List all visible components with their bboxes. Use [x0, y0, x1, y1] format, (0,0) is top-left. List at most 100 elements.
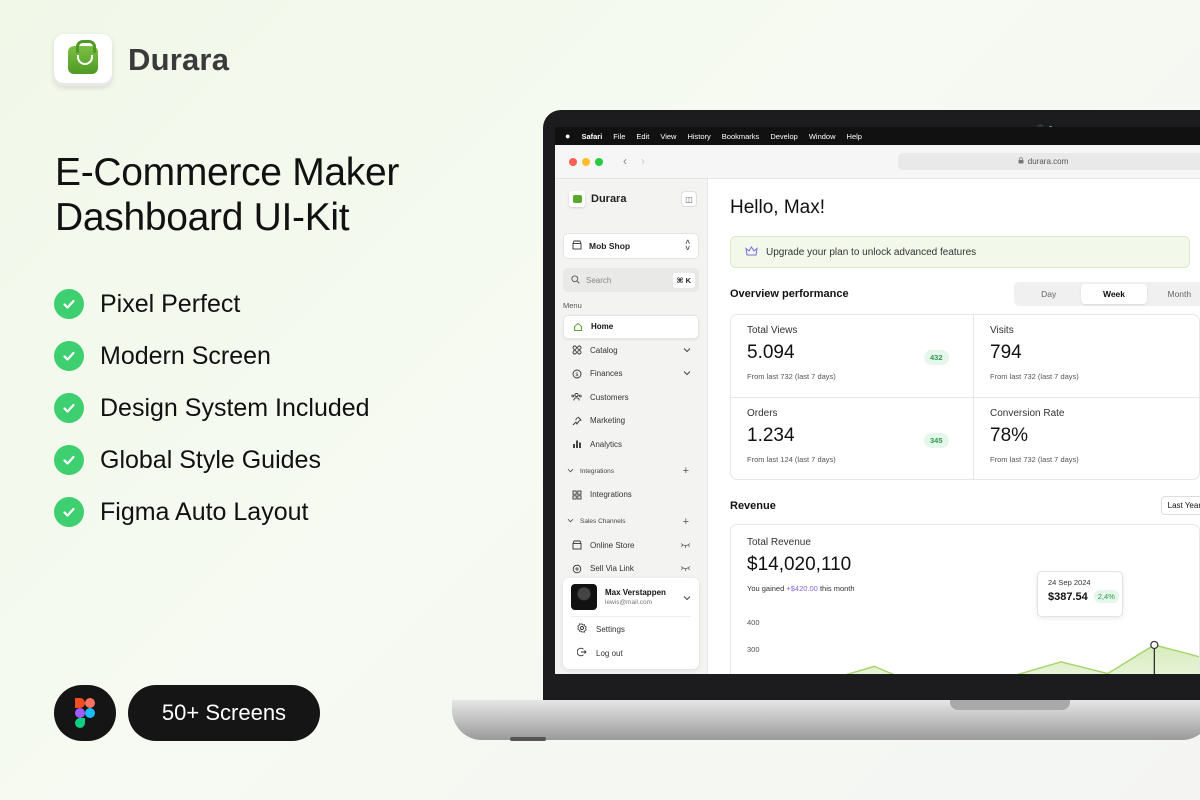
home-icon — [572, 321, 583, 332]
address-bar[interactable]: durara.com — [898, 153, 1200, 170]
chevron-down-icon[interactable] — [683, 588, 691, 606]
user-name: Max Verstappen — [605, 588, 666, 597]
mac-menubar: ● Safari File Edit View History Bookmark… — [555, 127, 1200, 145]
revenue-card: Total Revenue $14,020,110 You gained +$4… — [730, 524, 1200, 674]
analytics-icon — [571, 439, 582, 450]
period-selector: Day Week Month — [1014, 282, 1200, 306]
period-month-tab[interactable]: Month — [1147, 284, 1200, 304]
menubar-item-bookmarks[interactable]: Bookmarks — [722, 132, 760, 141]
sidebar-item-sell-via-link[interactable]: Sell Via Link — [563, 557, 699, 581]
stat-change-badge: 432 — [924, 350, 949, 365]
sidebar-item-finances[interactable]: $ Finances — [563, 362, 699, 386]
sidebar-item-label: Catalog — [590, 345, 618, 355]
collapse-sidebar-icon[interactable]: ◫ — [681, 191, 697, 207]
check-icon — [54, 289, 84, 319]
logout-icon — [576, 647, 587, 659]
integrations-grid-icon — [571, 489, 582, 500]
add-sales-channel-icon[interactable]: + — [683, 516, 689, 528]
tooltip-value: $387.54 — [1048, 590, 1088, 603]
url-text: durara.com — [1027, 157, 1069, 166]
menubar-item-develop[interactable]: Develop — [770, 132, 798, 141]
sidebar-header: Durara ◫ — [563, 187, 699, 211]
revenue-header: Revenue Last Year — [730, 496, 1200, 515]
sidebar-app-title: Durara — [591, 193, 627, 205]
revenue-range-dropdown[interactable]: Last Year — [1160, 496, 1200, 515]
headline-line-1: E-Commerce Maker — [55, 151, 400, 194]
catalog-icon — [571, 345, 582, 356]
link-icon — [571, 563, 582, 574]
stat-card-total-views: Total Views 5.094 From last 732 (last 7 … — [731, 315, 973, 397]
menubar-item-help[interactable]: Help — [847, 132, 862, 141]
forward-arrow-icon[interactable]: › — [641, 154, 645, 168]
shop-selector-label: Mob Shop — [589, 241, 631, 251]
svg-text:$: $ — [575, 372, 579, 378]
sidebar-item-home[interactable]: Home — [563, 315, 699, 339]
sidebar-item-catalog[interactable]: Catalog — [563, 339, 699, 363]
crown-icon — [745, 245, 758, 259]
revenue-area-fill — [848, 644, 1199, 674]
user-profile[interactable]: Max Verstappen lewis@mail.com — [571, 584, 691, 617]
chevron-up-down-icon: ˄ ˅ — [685, 238, 690, 253]
search-input[interactable]: Search ⌘ K — [563, 268, 699, 292]
sidebar-item-analytics[interactable]: Analytics — [563, 433, 699, 457]
stat-value: 794 — [990, 342, 1022, 363]
sidebar-item-online-store[interactable]: Online Store — [563, 534, 699, 558]
overview-title: Overview performance — [730, 288, 849, 300]
chevron-down-icon — [683, 346, 691, 355]
integrations-section-header[interactable]: Integrations + — [563, 459, 699, 483]
avatar — [571, 584, 597, 610]
finances-icon: $ — [571, 368, 582, 379]
close-window-button[interactable] — [569, 158, 577, 166]
dashboard-app: Durara ◫ Mob Shop ˄ ˅ Search ⌘ K Menu Ho… — [555, 179, 1200, 674]
check-icon — [54, 445, 84, 475]
apple-icon[interactable]: ● — [565, 131, 570, 141]
add-integration-icon[interactable]: + — [683, 465, 689, 477]
brand-name: Durara — [128, 42, 230, 77]
maximize-window-button[interactable] — [595, 158, 603, 166]
shop-selector[interactable]: Mob Shop ˄ ˅ — [563, 233, 699, 259]
period-week-tab[interactable]: Week — [1081, 284, 1147, 304]
sidebar-item-integrations[interactable]: Integrations — [563, 483, 699, 507]
logout-menu-item[interactable]: Log out — [571, 641, 691, 665]
menubar-item-view[interactable]: View — [660, 132, 676, 141]
revenue-title: Revenue — [730, 499, 776, 512]
stat-value: 78% — [990, 425, 1029, 446]
laptop-notch — [950, 700, 1070, 710]
tooltip-change-badge: 2,4% — [1093, 590, 1119, 603]
feature-label: Modern Screen — [100, 341, 271, 370]
menubar-item-edit[interactable]: Edit — [636, 132, 649, 141]
search-icon — [571, 274, 580, 286]
stat-label: Total Views — [747, 325, 798, 336]
menubar-item-safari[interactable]: Safari — [581, 132, 602, 141]
laptop-screen: ● Safari File Edit View History Bookmark… — [555, 127, 1200, 674]
feature-list: Pixel Perfect Modern Screen Design Syste… — [54, 278, 370, 538]
highlighted-data-point[interactable] — [1150, 640, 1159, 650]
stat-subtext: From last 732 (last 7 days) — [990, 455, 1079, 464]
sidebar-nav: Home Catalog $ Finances Customers Market… — [563, 315, 699, 581]
upgrade-banner[interactable]: Upgrade your plan to unlock advanced fea… — [730, 236, 1190, 268]
y-tick-label: 300 — [747, 645, 760, 654]
feature-label: Pixel Perfect — [100, 289, 241, 318]
sidebar-item-marketing[interactable]: Marketing — [563, 409, 699, 433]
revenue-area-chart[interactable] — [781, 621, 1200, 674]
chart-tooltip: 24 Sep 2024 $387.54 2,4% — [1037, 571, 1123, 617]
sidebar-item-label: Marketing — [590, 416, 626, 426]
sales-channels-section-header[interactable]: Sales Channels + — [563, 510, 699, 534]
check-icon — [54, 497, 84, 527]
sidebar-item-label: Sell Via Link — [590, 564, 634, 574]
stat-change-badge: 345 — [924, 433, 949, 448]
minimize-window-button[interactable] — [582, 158, 590, 166]
sidebar-item-label: Finances — [590, 369, 623, 379]
figma-logo-icon — [54, 685, 116, 741]
marketing-icon — [571, 415, 582, 426]
hidden-eye-icon[interactable] — [680, 564, 691, 573]
menubar-item-window[interactable]: Window — [809, 132, 836, 141]
sidebar-item-customers[interactable]: Customers — [563, 386, 699, 410]
back-arrow-icon[interactable]: ‹ — [623, 154, 627, 168]
menubar-item-history[interactable]: History — [687, 132, 710, 141]
settings-menu-item[interactable]: Settings — [571, 617, 691, 641]
menubar-item-file[interactable]: File — [613, 132, 625, 141]
tooltip-date: 24 Sep 2024 — [1048, 578, 1091, 587]
period-day-tab[interactable]: Day — [1016, 284, 1081, 304]
hidden-eye-icon[interactable] — [680, 541, 691, 550]
